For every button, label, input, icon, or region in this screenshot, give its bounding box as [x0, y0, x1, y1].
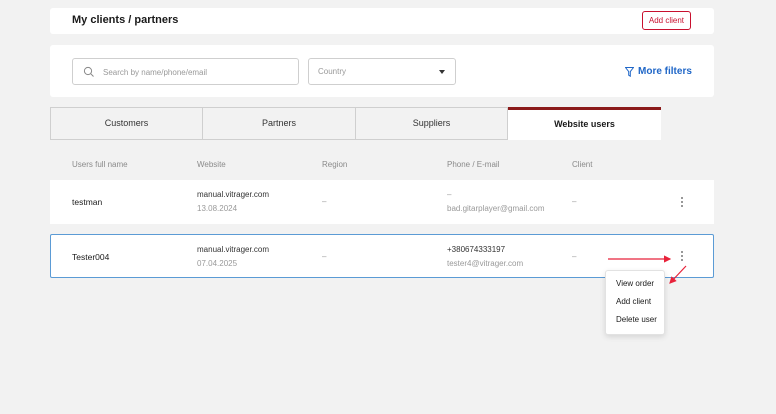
add-client-button[interactable]: Add client: [641, 11, 691, 30]
filter-funnel-icon: [625, 67, 634, 77]
menu-item-view-order[interactable]: View order: [616, 279, 654, 288]
menu-item-delete-user[interactable]: Delete user: [616, 315, 657, 324]
caret-down-icon: [439, 70, 445, 74]
column-header-name: Users full name: [72, 160, 128, 169]
search-icon: [83, 66, 94, 77]
tab-partners[interactable]: Partners: [203, 107, 356, 140]
registration-date: 13.08.2024: [197, 204, 238, 213]
phone: –: [447, 190, 452, 199]
country-select[interactable]: Country: [308, 58, 456, 85]
row-context-menu: View order Add client Delete user: [605, 270, 665, 335]
phone: +380674333197: [447, 245, 506, 254]
website: manual.vitrager.com: [197, 245, 270, 254]
more-options-icon[interactable]: [677, 195, 687, 209]
user-name: testman: [72, 197, 103, 207]
column-header-client: Client: [572, 160, 593, 169]
email: tester4@vitrager.com: [447, 259, 524, 268]
filter-bar: Country More filters: [50, 45, 714, 97]
more-options-icon[interactable]: [677, 249, 687, 263]
menu-item-add-client[interactable]: Add client: [616, 297, 651, 306]
registration-date: 07.04.2025: [197, 259, 238, 268]
column-header-website: Website: [197, 160, 226, 169]
client: –: [572, 252, 577, 261]
tab-website-users[interactable]: Website users: [508, 107, 661, 140]
column-header-region: Region: [322, 160, 348, 169]
table-row[interactable]: testman manual.vitrager.com 13.08.2024 –…: [50, 180, 714, 224]
page-header: My clients / partners Add client: [50, 8, 714, 34]
region: –: [322, 197, 327, 206]
user-name: Tester004: [72, 252, 110, 262]
tab-customers[interactable]: Customers: [50, 107, 203, 140]
email: bad.gitarplayer@gmail.com: [447, 204, 545, 213]
search-box[interactable]: [72, 58, 299, 85]
region: –: [322, 252, 327, 261]
country-select-label: Country: [318, 67, 347, 76]
search-input[interactable]: [103, 63, 293, 81]
column-header-contact: Phone / E-mail: [447, 160, 500, 169]
tab-suppliers[interactable]: Suppliers: [355, 107, 508, 140]
page-title: My clients / partners: [72, 14, 179, 26]
more-filters-label: More filters: [638, 66, 692, 77]
client-tabs: Customers Partners Suppliers Website use…: [50, 107, 662, 140]
website: manual.vitrager.com: [197, 190, 270, 199]
client: –: [572, 197, 577, 206]
